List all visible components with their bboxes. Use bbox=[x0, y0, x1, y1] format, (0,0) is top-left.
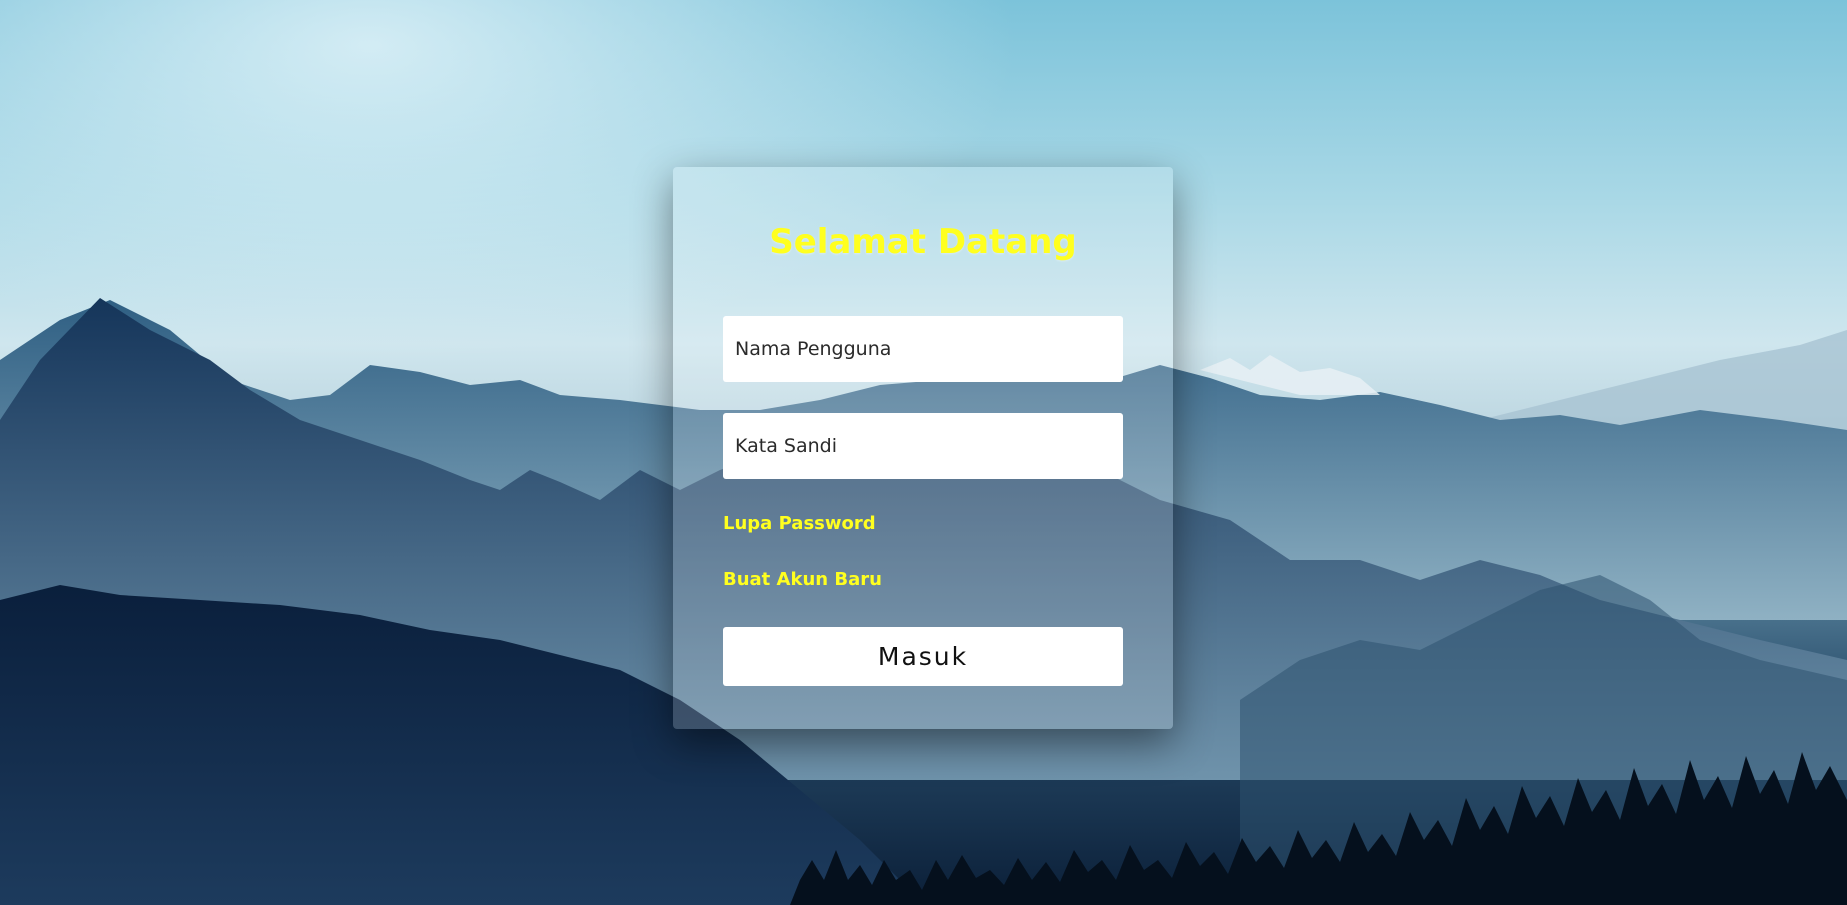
login-page: Selamat Datang Lupa Password Buat Akun B… bbox=[0, 0, 1847, 905]
forgot-password-link[interactable]: Lupa Password bbox=[723, 512, 1123, 536]
create-account-link[interactable]: Buat Akun Baru bbox=[723, 568, 1123, 592]
login-button[interactable]: Masuk bbox=[723, 627, 1123, 686]
username-input[interactable] bbox=[723, 316, 1123, 382]
welcome-title: Selamat Datang bbox=[769, 222, 1077, 262]
password-input[interactable] bbox=[723, 413, 1123, 479]
login-card: Selamat Datang Lupa Password Buat Akun B… bbox=[673, 167, 1173, 729]
